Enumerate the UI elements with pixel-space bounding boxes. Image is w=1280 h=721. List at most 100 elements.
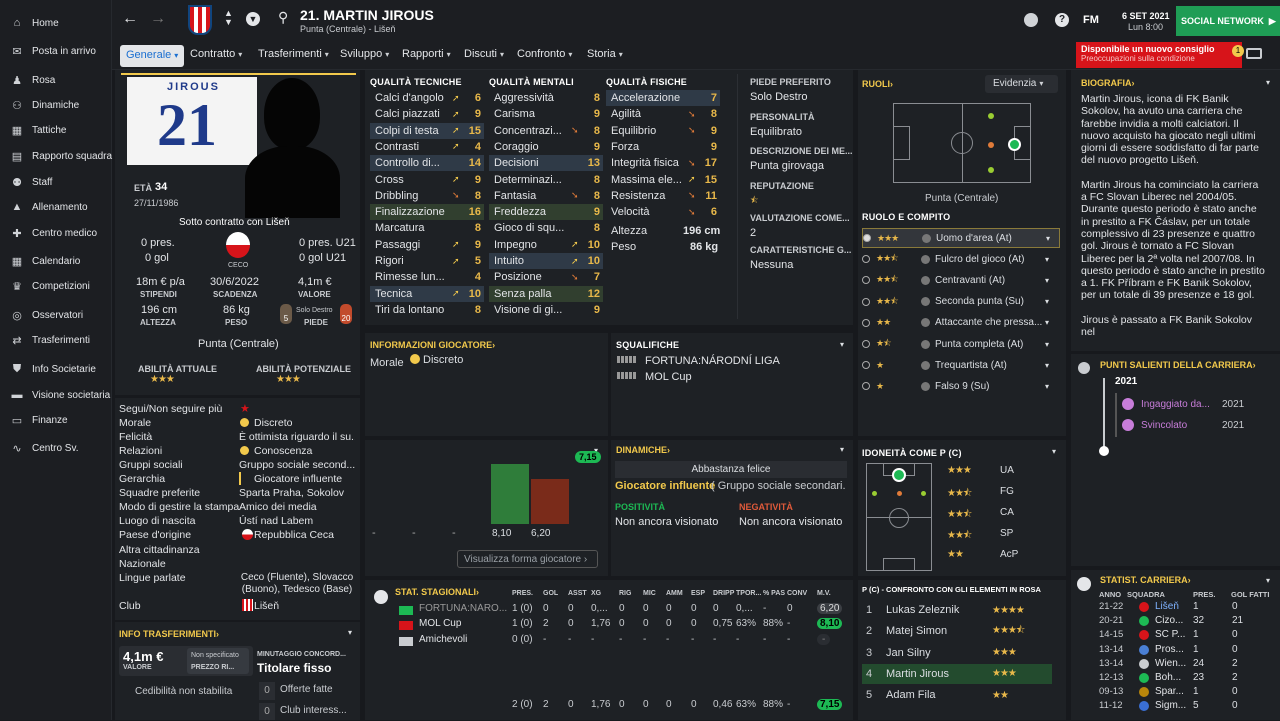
- role-item[interactable]: ★★⯪ Fulcro del gioco (At) ▾: [862, 249, 1060, 269]
- back-icon[interactable]: ←: [122, 10, 138, 28]
- attribute-row[interactable]: Tecnica ➚ 10: [370, 285, 484, 302]
- sidebar-item-allenamento[interactable]: ▲ Allenamento: [10, 197, 88, 217]
- stats-col-header[interactable]: RIG: [619, 590, 631, 597]
- sidebar-item-calendario[interactable]: ▦ Calendario: [10, 251, 81, 271]
- sidebar-item-info-societarie[interactable]: ⛊ Info Societarie: [10, 359, 96, 379]
- stats-competition[interactable]: Amichevoli: [419, 634, 507, 645]
- stats-col-header[interactable]: AMM: [666, 590, 683, 597]
- tab-trasferimenti[interactable]: Trasferimenti ▾: [258, 48, 329, 60]
- career-club[interactable]: Boh...: [1155, 672, 1181, 683]
- sidebar-item-finanze[interactable]: ▭ Finanze: [10, 410, 68, 430]
- sidebar-item-competizioni[interactable]: ♛ Competizioni: [10, 276, 90, 296]
- attribute-row[interactable]: Carisma 9: [489, 106, 603, 122]
- stats-competition[interactable]: FORTUNA:NÁRO...: [419, 603, 507, 614]
- collapse-icon[interactable]: ▾: [1266, 576, 1270, 585]
- collapse-icon[interactable]: ▾: [840, 340, 844, 349]
- help-icon[interactable]: ?: [1055, 13, 1069, 27]
- stats-col-header[interactable]: M.V.: [817, 590, 831, 597]
- career-col-header[interactable]: GOL FATTI: [1231, 590, 1269, 599]
- role-item[interactable]: ★⯪ Punta completa (At) ▾: [862, 334, 1060, 354]
- role-item[interactable]: ★★ Attaccante che pressa... ▾: [862, 313, 1060, 333]
- attribute-row[interactable]: Determinazi... 8: [489, 172, 603, 188]
- attribute-row[interactable]: Tiri da lontano 8: [370, 302, 484, 318]
- attribute-row[interactable]: Passaggi ➚ 9: [370, 237, 484, 253]
- attribute-row[interactable]: Velocità ➘ 6: [606, 204, 720, 220]
- stats-col-header[interactable]: TPOR...: [736, 590, 761, 597]
- role-item[interactable]: ★★★ Uomo d'area (At) ▾: [862, 228, 1060, 248]
- career-title[interactable]: STATIST. CARRIERA›: [1100, 575, 1191, 585]
- forward-icon[interactable]: →: [150, 10, 166, 28]
- world-icon[interactable]: [1024, 13, 1038, 27]
- sidebar-item-centro-sv-[interactable]: ∿ Centro Sv.: [10, 438, 78, 458]
- attribute-row[interactable]: Massima ele... ➚ 15: [606, 172, 720, 188]
- social-network-button[interactable]: SOCIAL NETWORK ▶: [1176, 6, 1280, 36]
- career-club[interactable]: Cizo...: [1155, 615, 1183, 626]
- collapse-icon[interactable]: ▾: [840, 445, 844, 454]
- stats-col-header[interactable]: MIC: [643, 590, 656, 597]
- tab-storia[interactable]: Storia ▾: [587, 48, 623, 60]
- search-icon[interactable]: ⚲: [278, 9, 288, 26]
- dynamics-title[interactable]: DINAMICHE›: [616, 445, 670, 455]
- dropdown-circle-icon[interactable]: ▼: [246, 12, 260, 26]
- view-form-button[interactable]: Visualizza forma giocatore ›: [457, 550, 598, 568]
- tab-rapporti[interactable]: Rapporti ▾: [402, 48, 451, 60]
- comparison-row[interactable]: 3 Jan Silny ★★★: [862, 643, 1052, 663]
- comparison-row[interactable]: 5 Adam Fila ★★: [862, 685, 1052, 705]
- sidebar-item-rapporto-squadra[interactable]: ▤ Rapporto squadra: [10, 146, 112, 166]
- stats-col-header[interactable]: ESP: [691, 590, 705, 597]
- stats-competition[interactable]: MOL Cup: [419, 618, 507, 629]
- attribute-row[interactable]: Freddezza 9: [489, 204, 603, 221]
- attribute-row[interactable]: Integrità fisica ➘ 17: [606, 155, 720, 171]
- stats-col-header[interactable]: ASST: [568, 590, 587, 597]
- tab-generale[interactable]: Generale ▾: [120, 45, 184, 67]
- role-item[interactable]: ★★⯪ Centravanti (At) ▾: [862, 270, 1060, 290]
- career-club[interactable]: Sigm...: [1155, 700, 1186, 711]
- career-club[interactable]: Spar...: [1155, 686, 1184, 697]
- highlights-title[interactable]: PUNTI SALIENTI DELLA CARRIERA›: [1100, 360, 1256, 370]
- role-item[interactable]: ★★⯪ Seconda punta (Su) ▾: [862, 292, 1060, 312]
- contract-status[interactable]: Sotto contratto con Lišeň: [179, 217, 290, 228]
- screen-icon[interactable]: [1246, 48, 1262, 59]
- career-club[interactable]: Pros...: [1155, 644, 1184, 655]
- comparison-row[interactable]: 4 Martin Jirous ★★★: [862, 663, 1052, 684]
- attribute-row[interactable]: Controllo di... 14: [370, 155, 484, 172]
- attribute-row[interactable]: Rimesse lun... 4: [370, 269, 484, 285]
- attribute-row[interactable]: Concentrazi... ➘ 8: [489, 123, 603, 139]
- sidebar-item-centro-medico[interactable]: ✚ Centro medico: [10, 223, 97, 243]
- attribute-row[interactable]: Marcatura 8: [370, 220, 484, 236]
- attribute-row[interactable]: Aggressività 8: [489, 90, 603, 106]
- attribute-row[interactable]: Senza palla 12: [489, 285, 603, 302]
- attribute-row[interactable]: Agilità ➘ 8: [606, 106, 720, 122]
- season-stats-title[interactable]: STAT. STAGIONALI›: [395, 587, 479, 597]
- up-down-icon[interactable]: ▲ ▼: [224, 9, 233, 27]
- career-col-header[interactable]: PRES.: [1193, 590, 1216, 599]
- collapse-icon[interactable]: ▾: [348, 628, 352, 637]
- career-col-header[interactable]: ANNO: [1099, 590, 1121, 599]
- attribute-row[interactable]: Gioco di squ... 8: [489, 220, 603, 236]
- stats-col-header[interactable]: XG: [591, 590, 601, 597]
- stats-col-header[interactable]: % PAS: [763, 590, 785, 597]
- attribute-row[interactable]: Visione di gi... 9: [489, 302, 603, 318]
- attribute-row[interactable]: Equilibrio ➘ 9: [606, 123, 720, 139]
- sidebar-item-visione-societaria[interactable]: ▬ Visione societaria: [10, 385, 111, 405]
- sidebar-item-rosa[interactable]: ♟ Rosa: [10, 70, 55, 90]
- player-info-title[interactable]: INFORMAZIONI GIOCATORE›: [370, 340, 495, 350]
- sidebar-item-trasferimenti[interactable]: ⇄ Trasferimenti: [10, 330, 90, 350]
- attribute-row[interactable]: Accelerazione 7: [606, 90, 720, 106]
- career-col-header[interactable]: SQUADRA: [1127, 590, 1165, 599]
- transfer-title[interactable]: INFO TRASFERIMENTI›: [119, 629, 219, 639]
- evidence-dropdown[interactable]: Evidenzia ▾: [985, 75, 1058, 93]
- tab-confronto[interactable]: Confronto ▾: [517, 48, 572, 60]
- current-date[interactable]: 6 SET 2021: [1122, 11, 1170, 21]
- attribute-row[interactable]: Resistenza ➘ 11: [606, 188, 720, 204]
- follow-star-icon[interactable]: ★: [240, 402, 250, 415]
- stats-col-header[interactable]: DRIPP: [713, 590, 734, 597]
- sidebar-item-posta-in-arrivo[interactable]: ✉ Posta in arrivo: [10, 41, 96, 61]
- comparison-row[interactable]: 1 Lukas Zeleznik ★★★★: [862, 600, 1052, 620]
- new-advice-notice[interactable]: Disponibile un nuovo consiglio Preoccupa…: [1076, 42, 1242, 68]
- attribute-row[interactable]: Intuito ➚ 10: [489, 253, 603, 269]
- attribute-row[interactable]: Calci piazzati ➚ 9: [370, 106, 484, 122]
- attribute-row[interactable]: Coraggio 9: [489, 139, 603, 155]
- biography-scroll[interactable]: Martin Jirous, icona di FK Banik Sokolov…: [1081, 93, 1265, 348]
- career-club[interactable]: SC P...: [1155, 629, 1185, 640]
